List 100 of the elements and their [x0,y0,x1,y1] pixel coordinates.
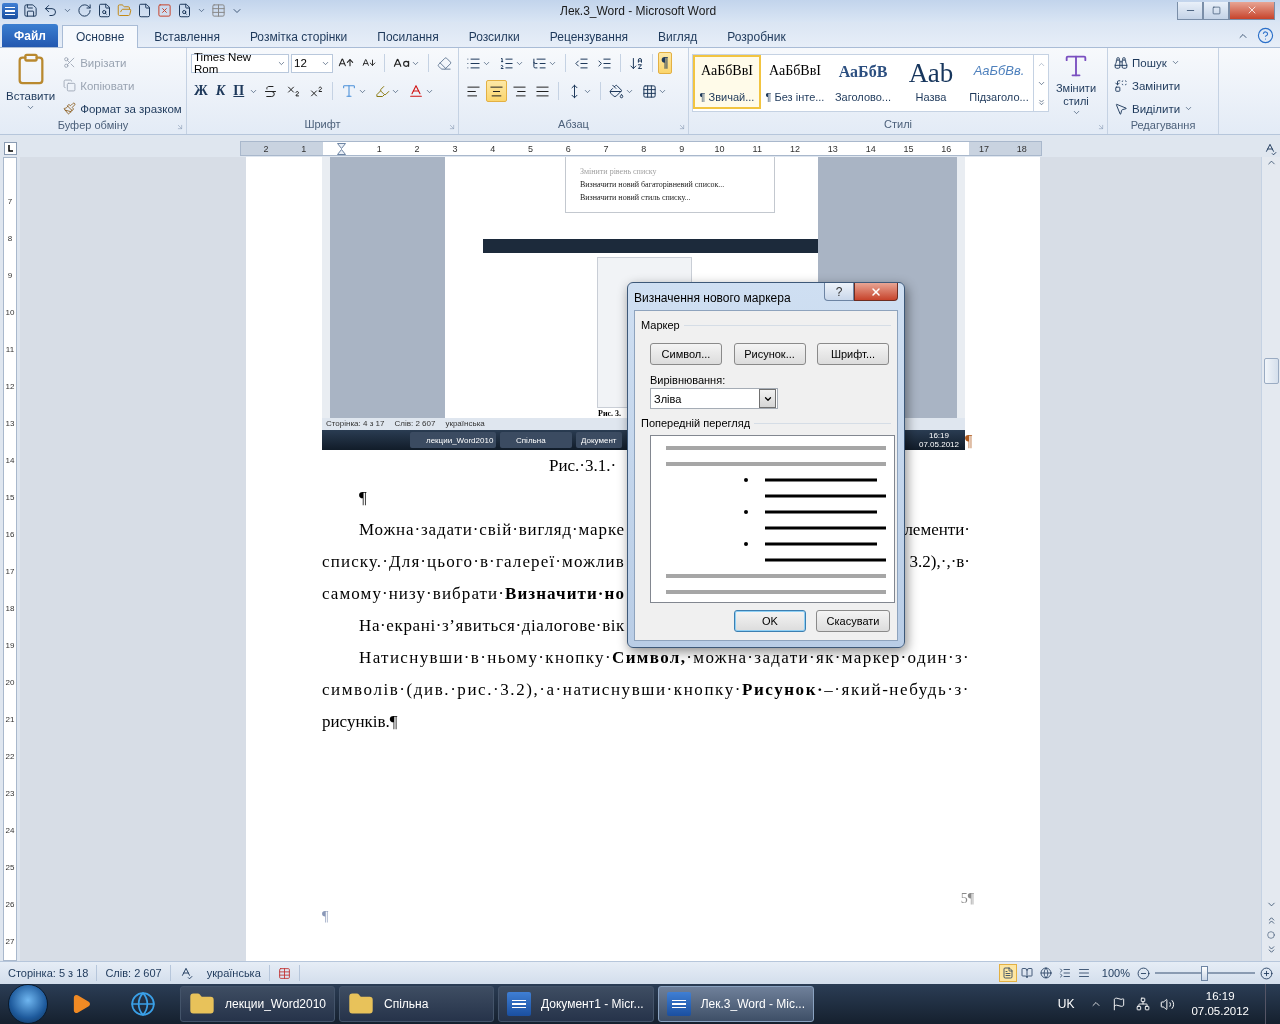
minimize-button[interactable] [1177,1,1203,20]
ribbon-tab[interactable]: Вставлення [140,25,234,49]
pointer-icon [1114,101,1128,116]
help-button[interactable]: ? [824,283,854,301]
page-count[interactable]: Сторінка: 5 з 18 [0,965,98,982]
style-item[interactable]: Ааb Назва [897,55,965,110]
ruler-number: 20 [4,677,16,690]
find-button[interactable]: Пошук [1112,52,1196,74]
restore-button[interactable] [1203,1,1229,20]
select-button[interactable]: Виділити [1112,98,1196,120]
more-icon [1036,97,1046,107]
restore-icon [1211,5,1221,15]
language-label[interactable]: українська [206,967,261,980]
dialog-button[interactable]: Шрифт... [817,343,889,365]
zoom-thumb[interactable] [1201,965,1208,981]
ribbon-tab[interactable]: Рецензування [535,25,642,49]
taskbar-button[interactable]: Спільна [339,986,494,1022]
zoom-level[interactable]: 100% [1101,967,1130,980]
preview-icon [177,3,192,19]
ruler-number: 14 [4,455,16,468]
field-label: Вирівнювання: [650,374,727,386]
network-icon [1136,997,1151,1011]
print-view-button[interactable] [998,964,1017,983]
ribbon-tab[interactable]: Вигляд [644,25,712,49]
change-styles-button[interactable]: Змінити стилі [1051,52,1101,119]
ribbon-tab[interactable]: Розсилки [454,25,534,49]
body-text: На·екрані·з’явиться·діалогове·вік [359,616,625,637]
painter-button[interactable]: Формат за зразком [61,98,184,120]
status-text: Слів: 2 607 [394,419,436,430]
word-count[interactable]: Слів: 2 607 [97,965,171,982]
zoom-out-icon [1137,966,1150,980]
taskbar-button[interactable]: лекции_Word2010 [180,986,335,1022]
font-size-field[interactable]: 12 [291,53,333,73]
body-text: самому·низу·вибрати·Визначити·но [322,584,625,605]
style-item[interactable]: АаБбВв. Підзаголо... [965,55,1033,110]
binoculars-icon [1114,55,1128,70]
status-text: українська [445,419,485,430]
ruler-number: 16 [4,529,16,542]
taskbar-item: Спільна [500,432,572,449]
underline-button[interactable]: П [230,80,248,103]
clock[interactable]: 16:19 07.05.2012 [1191,989,1249,1019]
show-marks-button[interactable]: ¶ [658,52,672,75]
ruler-number: 9 [6,270,14,283]
dialog-button[interactable]: Рисунок... [733,343,806,365]
close-button[interactable] [854,283,898,301]
language-indicator[interactable]: UK [1057,997,1075,1011]
cut-icon [63,56,77,70]
ribbon-tab[interactable]: Посилання [363,25,453,49]
replace-icon [1114,78,1128,93]
dialog-button[interactable]: Символ... [650,343,722,365]
ribbon-tab[interactable]: Розробник [713,25,800,49]
taskbar-item: лекции_Word2010 [410,432,496,449]
figure-caption: Рис.·3.1.· [549,456,617,477]
ribbon-tab[interactable]: Основне [62,25,139,49]
font-name-field[interactable]: Times New Rom [191,53,289,73]
body-text: символів·(див.·рис.·3.2),·а·натиснувши·кнопку·Рисунок·–·який-небудь·з· [322,680,970,701]
figure-caption: Рис. 3. [598,409,623,419]
ruler-number: 16 [940,143,953,154]
ruler-number: 6 [564,143,572,154]
volume-icon [1160,996,1176,1012]
print-preview-icon [97,3,112,19]
cancel-button[interactable]: Скасувати [816,610,890,632]
decrease-indent-icon [574,55,589,71]
paragraph-mark: ¶ [322,909,329,926]
paste-button[interactable]: Вставити [4,52,58,120]
ruler-number: 14 [864,143,877,154]
vertical-scrollbar[interactable] [1261,157,1280,962]
ribbon-tab[interactable]: Розмітка сторінки [235,25,362,49]
scroll-thumb[interactable] [1263,358,1279,385]
style-item[interactable]: АаБбВ Заголово... [829,55,897,110]
align-center-button[interactable] [486,80,507,103]
ruler-number: 25 [4,862,16,875]
file-tab[interactable]: Файл [2,24,58,48]
tab-stop-icon [3,142,17,156]
ruler-number: 5 [526,143,534,154]
start-button[interactable] [8,984,48,1024]
copy-icon [63,79,77,93]
ruler-number: 24 [4,825,16,838]
text-effects-icon [341,83,358,100]
taskbar-button[interactable]: Документ1 - Micr... [498,986,654,1022]
alignment-dropdown[interactable]: Зліва [650,388,778,409]
bold-button[interactable]: Ж [191,80,211,103]
folder-icon [117,3,132,19]
body-text: Натиснувши·в·ньому·кнопку·Символ,·можна·задати·як·маркер·один·з· [359,648,970,669]
superscript-icon [309,83,325,99]
close-document-icon [157,3,172,19]
style-item[interactable]: АаБбВвІ ¶ Звичай... [693,55,761,110]
ok-button[interactable]: OK [734,610,806,632]
taskbar-button[interactable]: Лек.3_Word - Mic... [658,986,814,1022]
replace-button[interactable]: Замінити [1112,75,1196,97]
style-item[interactable]: АаБбВвІ ¶ Без інте... [761,55,829,110]
italic-button[interactable]: К [212,80,229,103]
page-number: 5¶ [960,891,974,908]
dialog-launcher-icon [176,123,184,132]
ruler-number: 3 [451,143,459,154]
ruler-number: 9 [678,143,686,154]
table-icon [211,3,226,19]
close-button[interactable] [1229,1,1275,20]
indent-marker-icon[interactable] [337,142,346,155]
dialog-launcher-icon [448,123,456,132]
